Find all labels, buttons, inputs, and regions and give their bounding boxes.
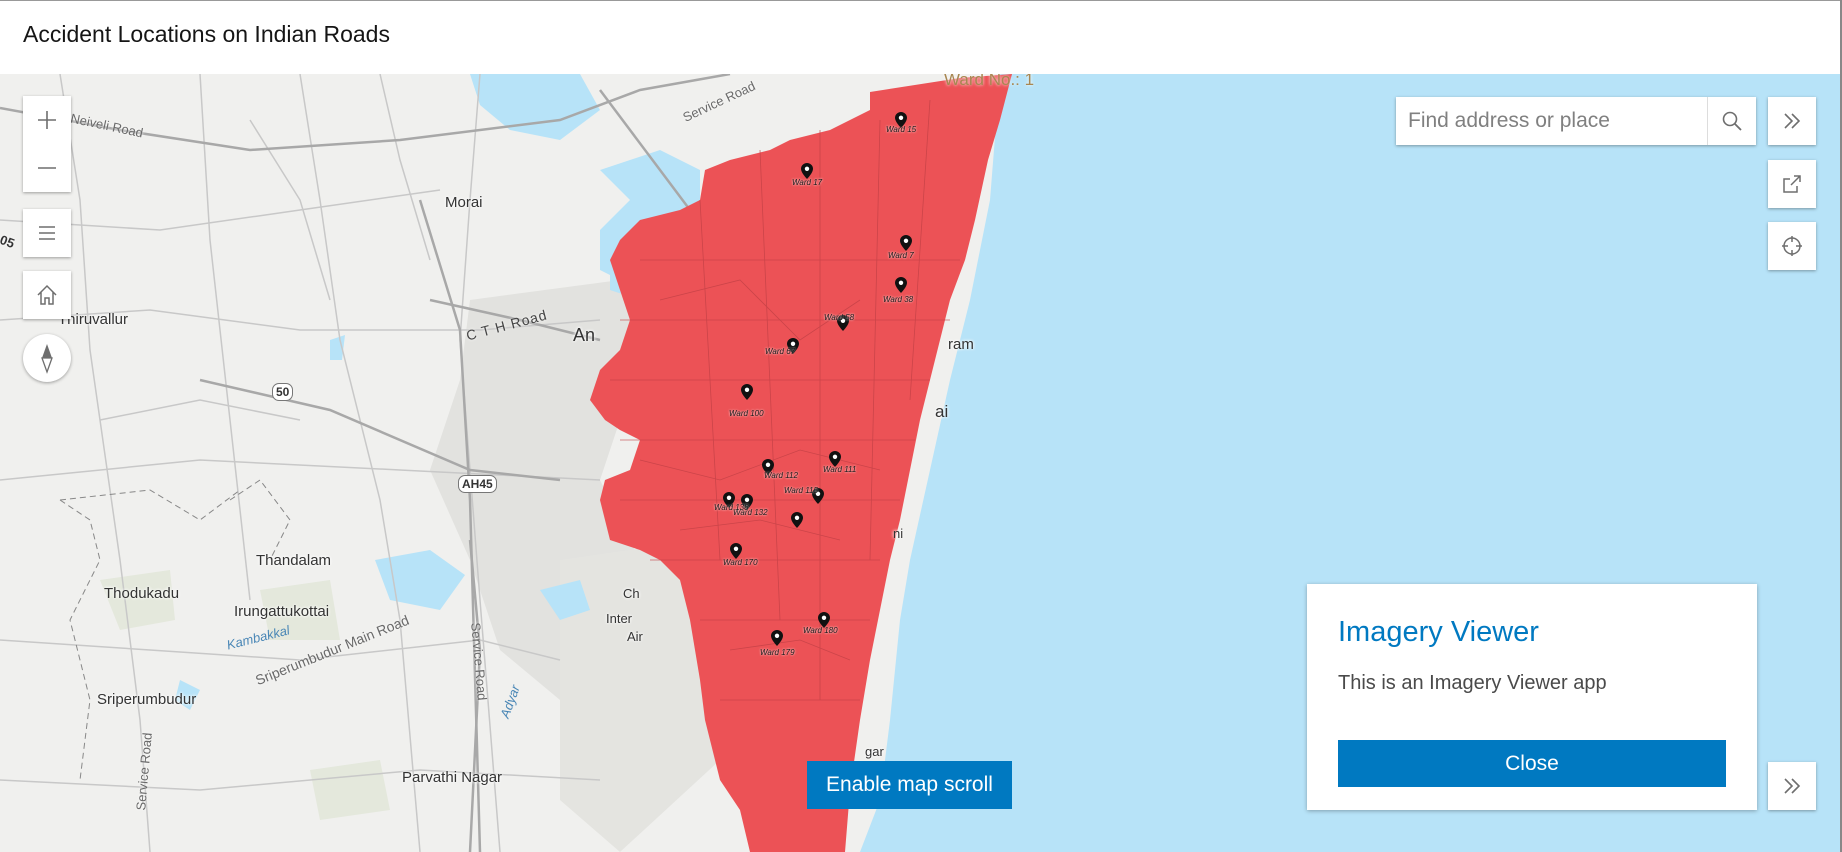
ward-label: Ward 100	[729, 409, 764, 418]
double-chevron-right-icon	[1784, 113, 1801, 129]
ward-boundary-label: Ward No.: 1	[944, 74, 1035, 89]
locate-icon	[1782, 236, 1802, 256]
location-pin-icon[interactable]	[900, 235, 912, 251]
ward-label: Ward 138	[714, 503, 749, 512]
place-label: Thandalam	[256, 552, 332, 569]
highway-shield: AH45	[458, 475, 497, 493]
panel-title: Imagery Viewer	[1338, 616, 1539, 648]
app-header: Accident Locations on Indian Roads	[0, 0, 1842, 74]
expand-toolbar-button[interactable]	[1768, 97, 1816, 145]
location-pin-icon[interactable]	[741, 384, 753, 400]
double-chevron-right-icon	[1784, 778, 1801, 794]
location-pin-icon[interactable]	[895, 277, 907, 293]
search-widget	[1396, 97, 1756, 145]
place-label: Ch	[623, 586, 640, 601]
close-button[interactable]: Close	[1338, 740, 1726, 787]
place-label: Thodukadu	[104, 585, 180, 602]
minus-icon	[38, 167, 56, 169]
highway-shield: 50	[272, 383, 294, 401]
expand-panel-button[interactable]	[1768, 762, 1816, 810]
app-title: Accident Locations on Indian Roads	[23, 21, 390, 47]
place-label: gar	[865, 744, 884, 759]
layer-list-button[interactable]	[23, 209, 71, 257]
place-label: Parvathi Nagar	[402, 769, 503, 786]
place-label: Sriperumbudur	[97, 691, 197, 708]
place-label: ai	[935, 402, 949, 421]
compass-button[interactable]	[23, 334, 71, 382]
ward-label: Ward 58	[824, 313, 855, 322]
place-label: ni	[893, 526, 904, 541]
location-pin-icon[interactable]	[801, 163, 813, 179]
search-input[interactable]	[1396, 97, 1707, 145]
ward-label: Ward 38	[883, 295, 914, 304]
zoom-out-button[interactable]	[23, 144, 71, 192]
ward-label: Ward 180	[803, 626, 838, 635]
search-button[interactable]	[1707, 97, 1756, 145]
ward-label: Ward 111	[823, 465, 857, 474]
ward-label: Ward 67	[765, 347, 796, 356]
share-icon	[1783, 175, 1801, 193]
place-label: An	[573, 325, 596, 345]
place-label: ram	[948, 336, 974, 353]
plus-icon	[38, 111, 56, 129]
enable-map-scroll-button[interactable]: Enable map scroll	[807, 761, 1012, 809]
search-icon	[1722, 111, 1742, 131]
share-button[interactable]	[1768, 160, 1816, 208]
ward-label: Ward 170	[723, 558, 758, 567]
ward-label: Ward 115	[784, 486, 818, 495]
place-label: Morai	[445, 194, 483, 211]
panel-description: This is an Imagery Viewer app	[1338, 672, 1607, 694]
compass-icon	[41, 344, 53, 374]
place-label: Inter	[606, 611, 633, 626]
ward-label: Ward 17	[792, 178, 823, 187]
home-button[interactable]	[23, 271, 71, 319]
list-icon	[39, 226, 55, 240]
home-icon	[37, 284, 57, 305]
ward-label: Ward 7	[888, 251, 914, 260]
ward-label: Ward 15	[886, 125, 917, 134]
place-label: Irungattukottai	[234, 603, 330, 620]
info-panel: Imagery Viewer This is an Imagery Viewer…	[1307, 584, 1757, 810]
ward-label: Ward 179	[760, 648, 795, 657]
zoom-control	[23, 96, 71, 192]
locate-button[interactable]	[1768, 222, 1816, 270]
ward-label: Ward 112	[764, 471, 798, 480]
location-pin-icon[interactable]	[791, 512, 803, 528]
location-pin-icon[interactable]	[771, 630, 783, 646]
place-label: Air	[627, 629, 643, 644]
location-pin-icon[interactable]	[730, 543, 742, 559]
zoom-in-button[interactable]	[23, 96, 71, 144]
